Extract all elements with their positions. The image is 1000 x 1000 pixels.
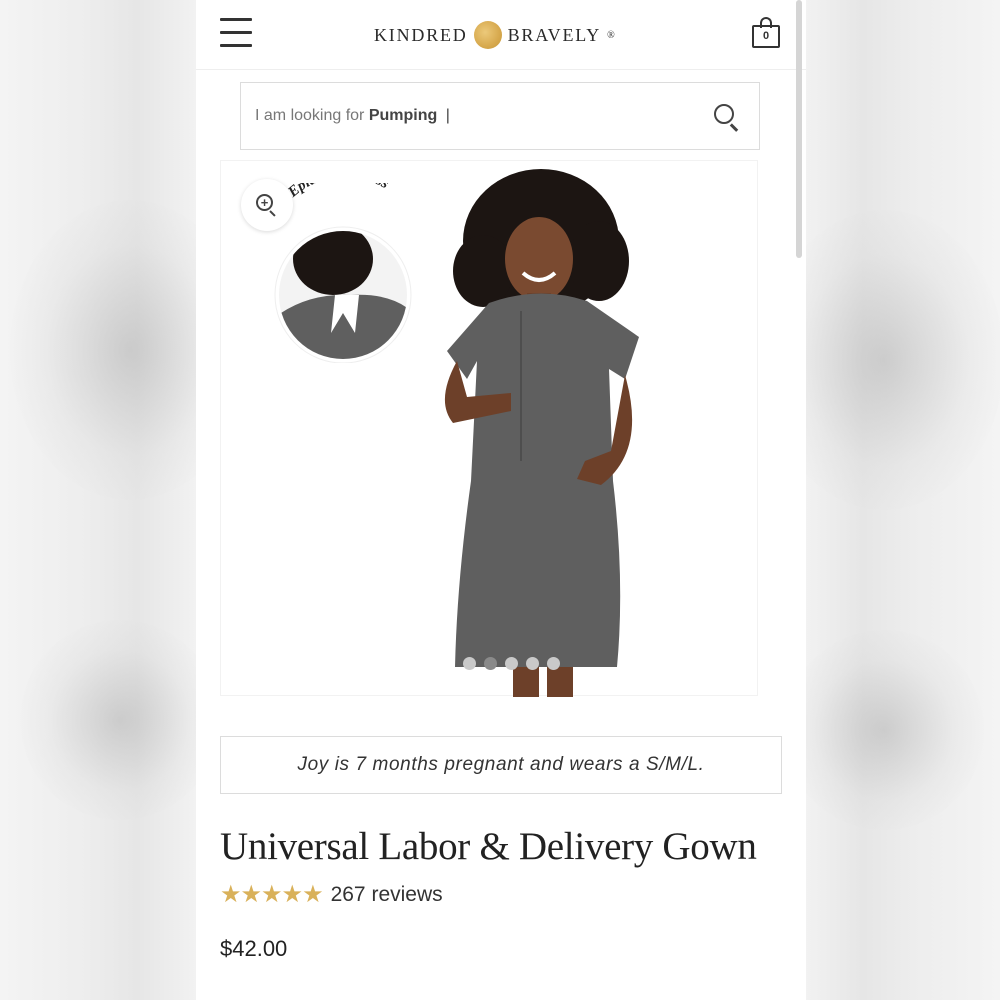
search-placeholder-prefix: I am looking for: [255, 107, 365, 124]
search-icon[interactable]: [713, 103, 741, 132]
menu-line: [220, 44, 252, 47]
search-lens: [714, 104, 734, 124]
background-right: [764, 0, 1000, 1000]
logo-emblem-icon: [473, 21, 502, 49]
search-input[interactable]: I am looking for Pumping |: [255, 107, 450, 125]
menu-line: [220, 31, 252, 34]
star-rating-icon: ★★★★★: [220, 881, 324, 908]
background-blur: [20, 620, 220, 820]
gallery-dot[interactable]: [463, 657, 476, 670]
gallery-dot[interactable]: [484, 657, 497, 670]
model-size-note: Joy is 7 months pregnant and wears a S/M…: [220, 736, 782, 794]
menu-line: [220, 18, 252, 21]
product-price: $42.00: [220, 936, 288, 961]
search-handle: [730, 123, 739, 132]
search-caret: |: [445, 107, 450, 124]
shopping-bag-icon[interactable]: 0: [752, 17, 780, 49]
product-title: Universal Labor & Delivery Gown: [220, 825, 757, 868]
scrollbar[interactable]: [796, 0, 802, 258]
epidural-access-badge: Epidural Access: [274, 183, 412, 363]
hamburger-menu-icon[interactable]: [220, 18, 252, 48]
gallery-dot[interactable]: [547, 657, 560, 670]
logo-text-right: BRAVELY: [507, 24, 602, 45]
gallery-dot[interactable]: [526, 657, 539, 670]
product-gallery[interactable]: + Epidural Access: [220, 160, 758, 697]
gallery-pagination: [463, 657, 560, 670]
product-rating[interactable]: ★★★★★ 267 reviews: [220, 880, 443, 909]
badge-label: Epidural Access: [284, 183, 391, 201]
background-blur: [784, 630, 984, 830]
logo-trademark: ®: [607, 29, 615, 41]
cart-count: 0: [752, 25, 780, 48]
search-bar[interactable]: I am looking for Pumping |: [240, 82, 760, 150]
search-rotating-term: Pumping: [368, 107, 438, 124]
gallery-dot[interactable]: [505, 657, 518, 670]
brand-logo[interactable]: KINDRED BRAVELY ®: [374, 21, 615, 49]
background-left: [0, 0, 250, 1000]
reviews-link[interactable]: 267 reviews: [331, 883, 443, 907]
mobile-viewport: KINDRED BRAVELY ® 0 I am looking for Pum…: [196, 0, 806, 1000]
site-header: KINDRED BRAVELY ® 0: [196, 0, 806, 70]
logo-text-left: KINDRED: [374, 24, 468, 45]
